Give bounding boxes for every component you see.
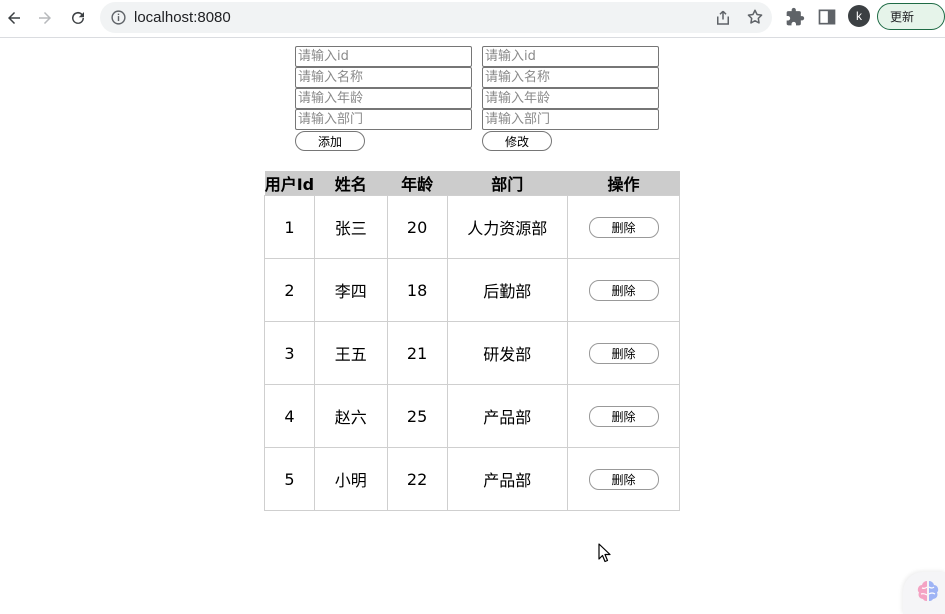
- cell-age: 25: [386, 384, 448, 448]
- add-user-form: 添加: [295, 46, 472, 151]
- cell-id: 2: [264, 258, 315, 322]
- cell-actions: 删除: [567, 447, 680, 511]
- edit-id-input[interactable]: [482, 46, 659, 67]
- add-button[interactable]: 添加: [295, 131, 365, 151]
- cell-age: 21: [386, 321, 448, 385]
- mouse-cursor-icon: [598, 543, 611, 563]
- edit-age-input[interactable]: [482, 88, 659, 109]
- cell-name: 王五: [313, 321, 388, 385]
- cell-name: 张三: [313, 195, 388, 259]
- side-panel-icon[interactable]: [817, 7, 837, 27]
- table-row: 4 赵六 25 产品部 删除: [264, 384, 680, 448]
- add-age-input[interactable]: [295, 88, 472, 109]
- cell-actions: 删除: [567, 195, 680, 259]
- cell-dept: 后勤部: [446, 258, 569, 322]
- header-user-id: 用户Id: [264, 171, 315, 196]
- update-button[interactable]: 更新: [877, 3, 945, 30]
- table-row: 1 张三 20 人力资源部 删除: [264, 195, 680, 259]
- cell-id: 1: [264, 195, 315, 259]
- table-row: 5 小明 22 产品部 删除: [264, 447, 680, 511]
- reload-icon[interactable]: [65, 5, 91, 31]
- add-id-input[interactable]: [295, 46, 472, 67]
- profile-avatar[interactable]: k: [848, 5, 870, 27]
- header-department: 部门: [447, 171, 568, 196]
- cell-actions: 删除: [567, 384, 680, 448]
- url-text[interactable]: localhost:8080: [134, 8, 231, 27]
- extensions-puzzle-icon[interactable]: [785, 7, 805, 27]
- delete-button[interactable]: 删除: [588, 468, 659, 490]
- delete-button[interactable]: 删除: [588, 216, 659, 238]
- cell-id: 5: [264, 447, 315, 511]
- table-header-row: 用户Id 姓名 年龄 部门 操作: [264, 171, 680, 196]
- cell-age: 20: [386, 195, 448, 259]
- back-icon[interactable]: [1, 5, 27, 31]
- cell-actions: 删除: [567, 321, 680, 385]
- header-age: 年龄: [387, 171, 447, 196]
- edit-name-input[interactable]: [482, 67, 659, 88]
- header-actions: 操作: [567, 171, 680, 196]
- brain-icon: [917, 580, 939, 602]
- users-table: 用户Id 姓名 年龄 部门 操作 1 张三 20 人力资源部 删除 2 李四 1…: [264, 171, 680, 511]
- table-row: 2 李四 18 后勤部 删除: [264, 258, 680, 322]
- cell-dept: 产品部: [446, 384, 569, 448]
- table-row: 3 王五 21 研发部 删除: [264, 321, 680, 385]
- cell-name: 赵六: [313, 384, 388, 448]
- cell-name: 李四: [313, 258, 388, 322]
- share-icon[interactable]: [714, 9, 732, 27]
- info-icon[interactable]: [110, 9, 127, 26]
- cell-actions: 删除: [567, 258, 680, 322]
- edit-user-form: 修改: [482, 46, 659, 151]
- cell-name: 小明: [313, 447, 388, 511]
- cell-id: 4: [264, 384, 315, 448]
- cell-age: 18: [386, 258, 448, 322]
- delete-button[interactable]: 删除: [588, 342, 659, 364]
- bookmark-star-icon[interactable]: [746, 8, 764, 26]
- add-name-input[interactable]: [295, 67, 472, 88]
- cell-age: 22: [386, 447, 448, 511]
- add-dept-input[interactable]: [295, 109, 472, 130]
- forward-icon[interactable]: [32, 5, 58, 31]
- edit-dept-input[interactable]: [482, 109, 659, 130]
- cell-dept: 研发部: [446, 321, 569, 385]
- delete-button[interactable]: 删除: [588, 405, 659, 427]
- browser-toolbar: localhost:8080 k 更新: [0, 0, 945, 38]
- cell-id: 3: [264, 321, 315, 385]
- cell-dept: 产品部: [446, 447, 569, 511]
- assistant-widget[interactable]: [903, 572, 945, 614]
- cell-dept: 人力资源部: [446, 195, 569, 259]
- header-name: 姓名: [314, 171, 388, 196]
- address-bar[interactable]: localhost:8080: [100, 2, 772, 33]
- delete-button[interactable]: 删除: [588, 279, 659, 301]
- edit-button[interactable]: 修改: [482, 131, 552, 151]
